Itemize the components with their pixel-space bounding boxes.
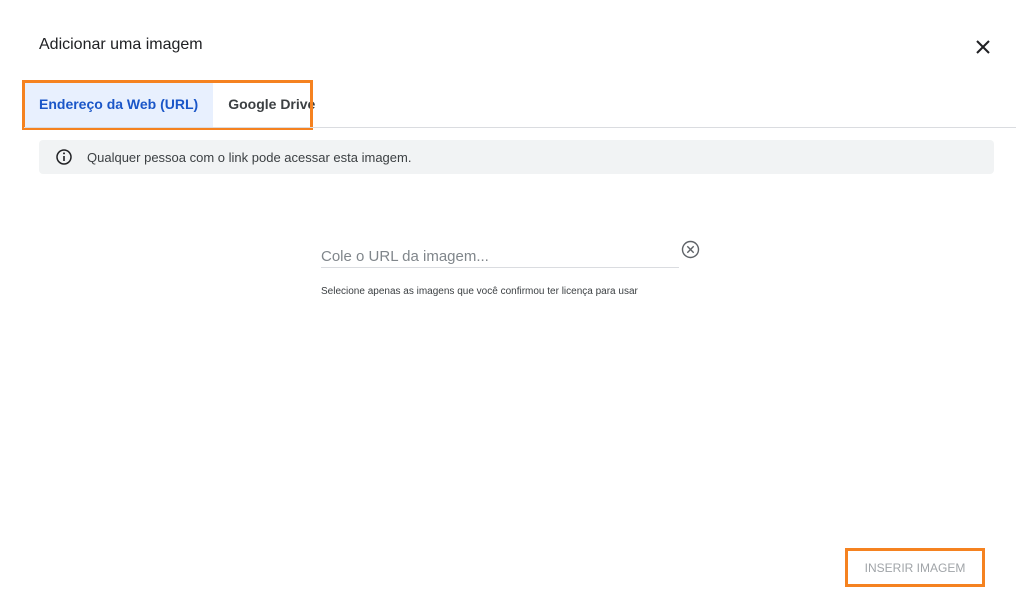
tab-web-url[interactable]: Endereço da Web (URL): [24, 81, 214, 127]
add-image-dialog: Adicionar uma imagem Endereço da Web (UR…: [0, 0, 1024, 607]
clear-circle-icon: [681, 240, 700, 259]
tab-bar: Endereço da Web (URL) Google Drive: [24, 81, 323, 127]
notice-text: Qualquer pessoa com o link pode acessar …: [87, 149, 412, 165]
clear-url-button[interactable]: [680, 239, 701, 260]
license-hint: Selecione apenas as imagens que você con…: [321, 286, 638, 297]
dialog-title: Adicionar uma imagem: [39, 36, 203, 53]
tab-divider: [24, 127, 1016, 128]
close-icon: [976, 40, 990, 54]
link-access-notice: Qualquer pessoa com o link pode acessar …: [39, 140, 994, 174]
info-icon: [55, 148, 73, 166]
insert-image-button[interactable]: INSERIR IMAGEM: [848, 551, 982, 584]
tab-google-drive[interactable]: Google Drive: [213, 81, 323, 127]
image-url-input[interactable]: [321, 245, 679, 268]
close-button[interactable]: [970, 34, 996, 60]
